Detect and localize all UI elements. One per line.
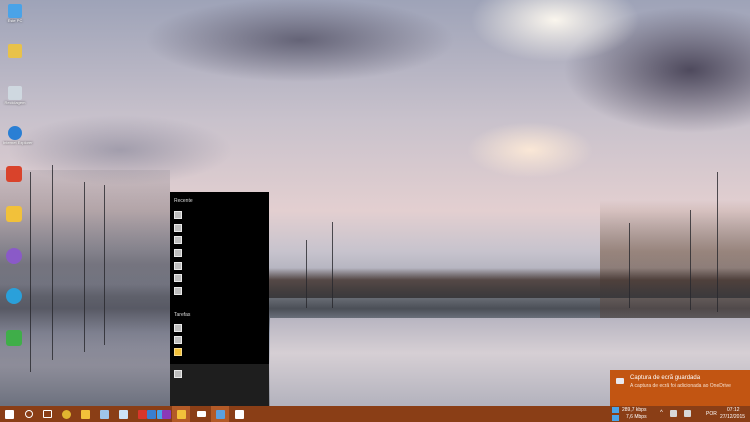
jump-list-recent-item[interactable] bbox=[174, 224, 182, 232]
desktop-icon-internet-explorer[interactable]: Internet Explorer bbox=[3, 126, 33, 145]
upload-arrow-icon bbox=[612, 407, 619, 413]
taskbar-screen-app[interactable] bbox=[230, 406, 248, 422]
store-icon bbox=[118, 409, 128, 419]
boat-mast bbox=[629, 223, 630, 308]
download-speed: 7,6 Mbps bbox=[626, 414, 647, 420]
app-icon-red[interactable] bbox=[6, 166, 22, 182]
taskbar-chrome[interactable] bbox=[57, 406, 75, 422]
jump-list-recent-item[interactable] bbox=[174, 249, 182, 257]
jump-list-footer bbox=[170, 364, 269, 406]
folder-icon[interactable] bbox=[6, 206, 22, 222]
boat-mast bbox=[306, 240, 307, 308]
clock-time[interactable]: 07:12 bbox=[727, 407, 740, 413]
harbor-right-scene bbox=[600, 200, 750, 330]
user-folder-icon bbox=[8, 44, 22, 58]
harbor-left-scene bbox=[0, 170, 170, 406]
network-icon[interactable] bbox=[670, 410, 677, 417]
download-arrow-icon bbox=[612, 415, 619, 421]
chrome-icon bbox=[61, 409, 71, 419]
boat-mast bbox=[30, 172, 31, 372]
taskbar: 289,7 kbps 7,6 Mbps ^ POR 07:12 27/12/20… bbox=[0, 406, 750, 422]
outlook-icon bbox=[146, 409, 156, 419]
screen-app-icon bbox=[234, 409, 244, 419]
boat-mast bbox=[717, 172, 718, 312]
jump-list-recent-item[interactable] bbox=[174, 274, 182, 282]
language-indicator[interactable]: POR bbox=[706, 411, 717, 417]
green-app-icon[interactable] bbox=[6, 330, 22, 346]
jump-list-recent-item[interactable] bbox=[174, 287, 182, 295]
mail-icon bbox=[99, 409, 109, 419]
jump-list-task-item[interactable] bbox=[174, 324, 182, 332]
taskbar-envelope[interactable] bbox=[192, 406, 210, 422]
jump-list-app-item[interactable] bbox=[174, 370, 182, 378]
chevron-up-icon[interactable]: ^ bbox=[660, 410, 663, 416]
task-view-icon bbox=[42, 410, 52, 418]
taskbar-mail[interactable] bbox=[95, 406, 113, 422]
taskbar-photos[interactable] bbox=[211, 406, 229, 422]
desktop-icon-user[interactable] bbox=[3, 44, 27, 58]
jump-list-pin-item[interactable] bbox=[174, 348, 182, 356]
jump-list-recent-heading: Recente bbox=[174, 198, 193, 204]
internet-explorer-icon bbox=[8, 126, 22, 140]
onenote-icon bbox=[161, 409, 171, 419]
boat-mast bbox=[104, 185, 105, 345]
boat-mast bbox=[84, 182, 85, 352]
recycle-bin-icon bbox=[8, 86, 22, 100]
envelope-icon bbox=[196, 411, 206, 417]
upload-speed: 289,7 kbps bbox=[622, 407, 647, 413]
boat-mast bbox=[690, 210, 691, 310]
start-button[interactable] bbox=[0, 406, 18, 422]
jump-list-recent-item[interactable] bbox=[174, 236, 182, 244]
toast-notification[interactable]: Captura de ecrã guardada A captura de ec… bbox=[610, 370, 750, 406]
desktop-icon-recycle-bin[interactable]: Reciclagem bbox=[3, 86, 27, 105]
taskbar-file-explorer[interactable] bbox=[76, 406, 94, 422]
search-icon bbox=[25, 410, 33, 418]
harbor-buildings bbox=[260, 268, 750, 298]
onedrive-icon bbox=[616, 378, 624, 384]
jump-list-recent-item[interactable] bbox=[174, 262, 182, 270]
jump-list: Recente Tarefas bbox=[170, 192, 269, 406]
purple-app-icon[interactable] bbox=[6, 248, 22, 264]
start-icon bbox=[4, 409, 14, 419]
volume-icon[interactable] bbox=[684, 410, 691, 417]
taskbar-store[interactable] bbox=[114, 406, 132, 422]
computer-icon bbox=[8, 4, 22, 18]
toast-title: Captura de ecrã guardada bbox=[630, 375, 701, 381]
boat-mast bbox=[52, 165, 53, 360]
toast-body: A captura de ecrã foi adicionada ao OneD… bbox=[630, 383, 731, 389]
desktop-icon-this-pc[interactable]: Este PC bbox=[3, 4, 27, 23]
clock-date[interactable]: 27/12/2015 bbox=[720, 414, 745, 420]
jump-list-tasks-heading: Tarefas bbox=[174, 312, 191, 318]
telegram-icon[interactable] bbox=[6, 288, 22, 304]
taskbar-active-app[interactable] bbox=[172, 406, 190, 422]
search-button[interactable] bbox=[20, 406, 38, 422]
boat-mast bbox=[332, 222, 333, 308]
active-app-icon bbox=[176, 409, 186, 419]
photos-icon bbox=[215, 409, 225, 419]
jump-list-recent-item[interactable] bbox=[174, 211, 182, 219]
jump-list-task-item[interactable] bbox=[174, 336, 182, 344]
file-explorer-icon bbox=[80, 409, 90, 419]
task-view-button[interactable] bbox=[38, 406, 56, 422]
